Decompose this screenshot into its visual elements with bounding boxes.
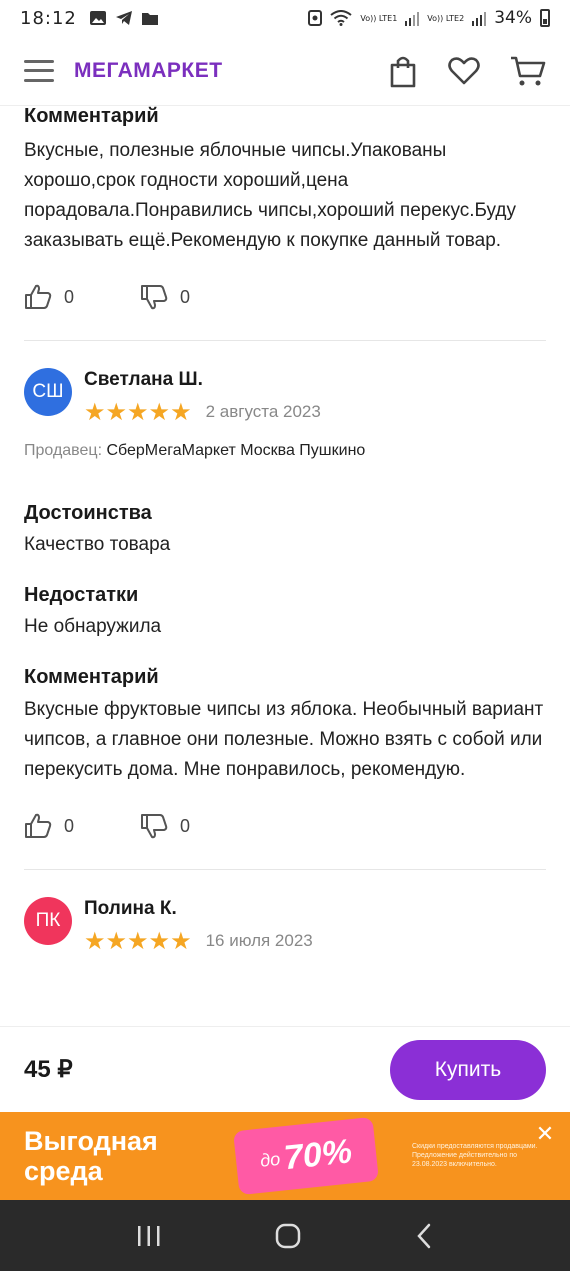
banner-fine-print: Скидки предоставляются продавцами. Предл… bbox=[412, 1143, 538, 1168]
comment-title: Комментарий bbox=[24, 106, 159, 127]
avatar: ПК bbox=[24, 897, 72, 945]
network-1-label: Vo)) LTE1 bbox=[360, 13, 398, 23]
rating-stars: ★★★★★ bbox=[84, 927, 192, 955]
dislike-count: 0 bbox=[180, 286, 191, 307]
seller-name[interactable]: СберМегаМаркет Москва Пушкино bbox=[106, 442, 365, 459]
network-2-label: Vo)) LTE2 bbox=[427, 13, 465, 23]
status-bar: 18:12 Vo)) LTE1 Vo)) LTE2 34% bbox=[0, 0, 570, 36]
home-icon[interactable] bbox=[275, 1223, 301, 1249]
banner-title: Выгодная среда bbox=[24, 1126, 158, 1186]
like-count: 0 bbox=[64, 286, 75, 307]
reviewer-name: Полина К. bbox=[84, 898, 177, 919]
close-icon[interactable]: ✕ bbox=[534, 1124, 556, 1146]
avatar: СШ bbox=[24, 368, 72, 416]
thumb-up-icon bbox=[25, 813, 52, 838]
dislike-button[interactable]: 0 bbox=[140, 284, 256, 310]
menu-icon[interactable] bbox=[24, 59, 54, 82]
battery-icon bbox=[540, 9, 550, 27]
status-time: 18:12 bbox=[20, 7, 77, 29]
app-header: МЕГАМАРКЕТ bbox=[0, 36, 570, 106]
logo[interactable]: МЕГАМАРКЕТ bbox=[74, 59, 223, 83]
back-icon[interactable] bbox=[414, 1223, 434, 1249]
sim-icon bbox=[308, 10, 323, 26]
thumb-down-icon bbox=[141, 285, 168, 310]
comment-text: Вкусные фруктовые чипсы из яблока. Необы… bbox=[24, 699, 544, 780]
review-header: ПК Полина К. ★★★★★ 16 июля 2023 bbox=[24, 897, 546, 955]
status-system-icons: Vo)) LTE1 Vo)) LTE2 34% bbox=[308, 8, 550, 28]
seller-label: Продавец: bbox=[24, 442, 103, 459]
reviews-list: Комментарий Вкусные, полезные яблочные ч… bbox=[0, 106, 570, 1026]
badge-value: 70% bbox=[282, 1131, 354, 1177]
discount-badge: до 70% bbox=[233, 1116, 379, 1196]
like-button[interactable]: 0 bbox=[24, 813, 140, 839]
dislike-count: 0 bbox=[180, 815, 191, 836]
thumb-down-icon bbox=[141, 814, 168, 839]
comment-text: Вкусные, полезные яблочные чипсы.Упакова… bbox=[24, 140, 517, 251]
comment-title: Комментарий bbox=[24, 666, 159, 688]
rating-stars: ★★★★★ bbox=[84, 398, 192, 426]
bag-icon[interactable] bbox=[388, 54, 418, 88]
thumb-up-icon bbox=[25, 284, 52, 309]
review-divider bbox=[24, 869, 546, 870]
wifi-icon bbox=[330, 10, 352, 26]
review-date: 2 августа 2023 bbox=[205, 402, 321, 421]
recent-apps-icon[interactable] bbox=[136, 1224, 162, 1248]
like-button[interactable]: 0 bbox=[24, 284, 140, 310]
review-votes: 0 0 bbox=[24, 284, 546, 310]
signal-2-icon bbox=[472, 12, 487, 26]
review-divider bbox=[24, 340, 546, 341]
image-icon bbox=[89, 11, 106, 25]
favorites-heart-icon[interactable] bbox=[448, 56, 480, 85]
buy-bar: 45 ₽ Купить bbox=[0, 1026, 570, 1112]
like-count: 0 bbox=[64, 815, 75, 836]
cons-text: Не обнаружила bbox=[24, 616, 162, 637]
badge-prefix: до bbox=[259, 1148, 282, 1171]
status-notification-icons bbox=[89, 10, 159, 26]
buy-button[interactable]: Купить bbox=[390, 1039, 546, 1100]
pros-text: Качество товара bbox=[24, 534, 171, 555]
promo-banner[interactable]: Выгодная среда до 70% Скидки предоставля… bbox=[0, 1112, 570, 1200]
pros-title: Достоинства bbox=[24, 502, 152, 524]
dislike-button[interactable]: 0 bbox=[140, 813, 256, 839]
review-date: 16 июля 2023 bbox=[205, 931, 313, 950]
folder-icon bbox=[141, 13, 158, 25]
cart-icon[interactable] bbox=[510, 55, 546, 87]
seller-info: Продавец: СберМегаМаркет Москва Пушкино bbox=[24, 442, 546, 460]
battery-percent: 34% bbox=[494, 8, 532, 28]
cons-title: Недостатки bbox=[24, 584, 139, 606]
review-votes: 0 0 bbox=[24, 813, 546, 839]
signal-1-icon bbox=[405, 12, 420, 26]
product-price: 45 ₽ bbox=[24, 1056, 73, 1083]
telegram-icon bbox=[115, 11, 132, 25]
review-header: СШ Светлана Ш. ★★★★★ 2 августа 2023 bbox=[24, 368, 546, 426]
system-nav-bar bbox=[0, 1200, 570, 1271]
reviewer-name: Светлана Ш. bbox=[84, 369, 203, 390]
